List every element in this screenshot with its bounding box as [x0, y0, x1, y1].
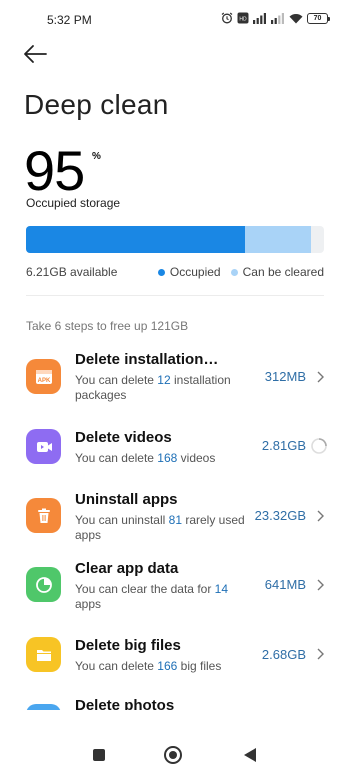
- item-title: Delete big files: [75, 637, 181, 654]
- list-item-delete-installation[interactable]: APK Delete installation… You can delete …: [0, 348, 350, 408]
- status-icons: HD 70: [221, 12, 330, 24]
- item-size: 312MB: [264, 369, 306, 384]
- legend-clearable-label: Can be cleared: [242, 265, 324, 279]
- list-item-delete-big-files[interactable]: Delete big files You can delete 166 big …: [0, 634, 350, 694]
- item-size: 2.68GB: [261, 647, 306, 662]
- navigation-bar: [0, 736, 350, 778]
- clearable-dot-icon: [230, 268, 238, 276]
- wifi-icon: [289, 13, 303, 23]
- legend-occupied-label: Occupied: [169, 265, 221, 279]
- storage-bar-occupied: [26, 226, 246, 253]
- signal-icon: [253, 12, 266, 24]
- item-title: Uninstall apps: [75, 491, 178, 508]
- item-title: Delete videos: [75, 429, 172, 446]
- loading-spinner-icon: [311, 438, 327, 454]
- pie-chart-icon: [26, 567, 61, 602]
- available-storage: 6.21GB available: [26, 265, 118, 279]
- legend-clearable: Can be cleared: [230, 265, 324, 279]
- folder-icon: [26, 637, 61, 672]
- list-item-clear-app-data[interactable]: Clear app data You can clear the data fo…: [0, 557, 350, 617]
- item-size: 641MB: [264, 577, 306, 592]
- storage-percent: 95 %: [24, 139, 101, 202]
- divider: [26, 295, 324, 296]
- battery-icon: 70: [307, 12, 330, 24]
- chevron-right-icon: [317, 579, 324, 591]
- list-item-uninstall-apps[interactable]: Uninstall apps You can uninstall 81 rare…: [0, 488, 350, 548]
- item-description: You can delete 12 installation packages: [75, 373, 231, 402]
- storage-bar-clearable: [245, 226, 311, 253]
- signal-icon-2: [271, 12, 284, 24]
- legend-occupied: Occupied: [157, 265, 221, 279]
- percent-value: 95: [24, 139, 85, 202]
- list-item-delete-videos[interactable]: Delete videos You can delete 168 videos …: [0, 426, 350, 486]
- item-title: Clear app data: [75, 560, 179, 577]
- occupied-dot-icon: [157, 268, 165, 276]
- steps-title: Take 6 steps to free up 121GB: [26, 319, 189, 333]
- item-size: 2.81GB: [261, 438, 306, 453]
- item-title: Delete installation…: [75, 351, 219, 368]
- list-item-delete-photos[interactable]: Delete photos: [0, 694, 350, 710]
- back-button[interactable]: [22, 42, 50, 66]
- storage-bar: [26, 226, 324, 253]
- photo-icon: [26, 704, 61, 710]
- item-description: You can delete 166 big files: [75, 659, 222, 673]
- video-camera-icon: [26, 429, 61, 464]
- recents-button[interactable]: [93, 749, 105, 761]
- chevron-right-icon: [317, 648, 324, 660]
- item-description: You can clear the data for 14 apps: [75, 582, 229, 611]
- nav-back-button[interactable]: [244, 748, 256, 762]
- home-button[interactable]: [164, 746, 182, 764]
- apk-package-icon: APK: [26, 359, 61, 394]
- page-title: Deep clean: [24, 89, 169, 120]
- status-time: 5:32 PM: [47, 13, 92, 27]
- svg-text:APK: APK: [37, 378, 50, 384]
- item-description: You can uninstall 81 rarely used apps: [75, 513, 245, 542]
- item-title: Delete photos: [75, 697, 175, 710]
- svg-text:HD: HD: [239, 16, 247, 22]
- chevron-right-icon: [317, 510, 324, 522]
- trash-icon: [26, 498, 61, 533]
- status-bar: 5:32 PM HD 70: [0, 0, 350, 38]
- volte-icon: HD: [237, 12, 249, 24]
- chevron-right-icon: [317, 371, 324, 383]
- item-description: You can delete 168 videos: [75, 451, 216, 465]
- arrow-left-icon: [24, 45, 47, 63]
- alarm-icon: [221, 12, 233, 24]
- item-size: 23.32GB: [254, 508, 306, 523]
- storage-legend: Occupied Can be cleared: [157, 265, 324, 279]
- occupied-storage-label: Occupied storage: [26, 196, 121, 210]
- percent-sign: %: [92, 151, 101, 162]
